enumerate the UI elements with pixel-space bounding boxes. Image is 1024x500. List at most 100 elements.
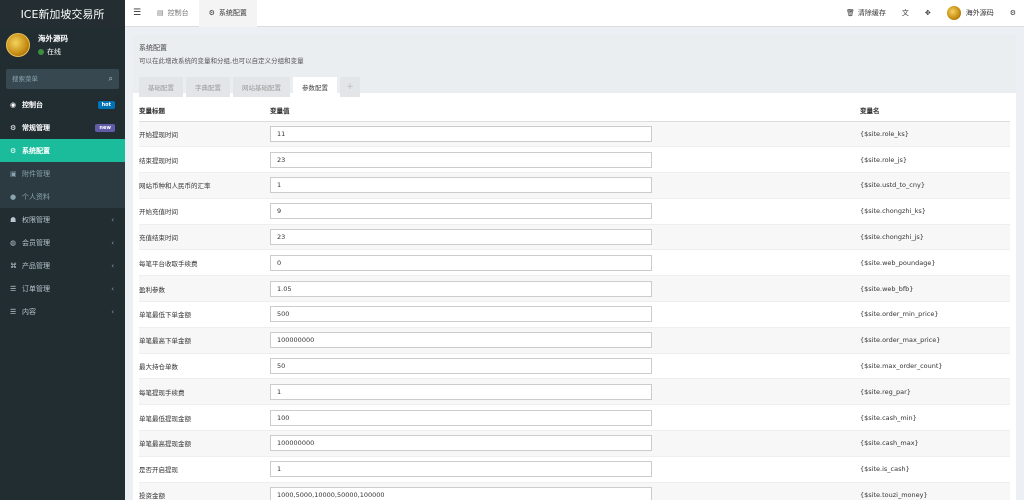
tab-system-config[interactable]: ⚙ 系统配置 [198,0,257,27]
variable-name: {$site.ustd_to_cny} [860,172,1010,199]
sidebar-item-permissions[interactable]: ☗ 权限管理 ‹ [0,208,125,231]
variable-value-cell [270,121,860,148]
add-tab-button[interactable]: + [340,77,360,97]
user-menu[interactable]: 海外源码 [939,6,1002,20]
variable-name: {$site.web_bfb} [860,275,1010,303]
top-navbar: ☰ ▤ 控制台 ⚙ 系统配置 🗑 清除缓存 文 ✥ 海外源码 ⚙ [125,0,1024,27]
tab-basic-config[interactable]: 基础配置 [139,77,183,97]
variable-name: {$site.touzi_money} [860,482,1010,500]
variable-value-cell [270,224,860,251]
sidebar-item-orders[interactable]: ☰ 订单管理 ‹ [0,277,125,300]
main-content: 系统配置 可以在此增改系统的变量和分组,也可以自定义分组和变量 基础配置 字典配… [125,27,1024,500]
sidebar-item-content[interactable]: ☰ 内容 ‹ [0,300,125,323]
table-row: 是否开启提现 {$site.is_cash} [139,456,1010,483]
variable-value-input[interactable] [270,435,652,452]
sidebar-item-general[interactable]: ⚙ 常规管理 new [0,116,125,139]
sidebar-item-label: 会员管理 [22,238,50,247]
tab-dashboard[interactable]: ▤ 控制台 [147,0,199,27]
sidebar-item-attachments[interactable]: ▣ 附件管理 [0,162,125,185]
column-header-value: 变量值 [270,99,860,122]
fullscreen-button[interactable]: ✥ [917,9,939,17]
tab-dictionary-config[interactable]: 字典配置 [186,77,230,97]
panel-description: 可以在此增改系统的变量和分组,也可以自定义分组和变量 [139,57,304,65]
sidebar-item-label: 系统配置 [22,146,50,155]
settings-button[interactable]: ⚙ [1002,9,1024,17]
variable-name: {$site.cash_max} [860,430,1010,457]
variable-value-input[interactable] [270,203,652,220]
sidebar-menu: ◉ 控制台 hot ⚙ 常规管理 new ⚙ 系统配置 ▣ 附件管理 ● 个人资… [0,93,125,323]
variable-title: 每笔平台收取手续费 [139,249,270,277]
variable-title: 最大持仓单数 [139,353,270,380]
search-icon[interactable]: ⌕ [109,74,113,84]
avatar [946,6,961,20]
variable-title: 网站币种和人民币的汇率 [139,172,270,199]
variable-name: {$site.reg_par} [860,378,1010,406]
menu-search-input[interactable] [12,75,92,83]
sidebar-item-members[interactable]: ◍ 会员管理 ‹ [0,231,125,254]
sidebar: ICE新加坡交易所 海外源码 在线 ⌕ ◉ 控制台 hot ⚙ 常规管理 new… [0,0,125,500]
top-username: 海外源码 [965,9,994,17]
sidebar-item-label: 权限管理 [22,215,50,224]
gear-icon: ⚙ [10,123,17,132]
variable-value-input[interactable] [270,254,652,271]
variable-title: 单笔最高提现金额 [139,430,270,457]
variable-value-cell [270,353,860,380]
translate-button[interactable]: 文 [894,8,917,18]
variable-value-input[interactable] [270,280,652,297]
variable-value-input[interactable] [270,306,652,323]
menu-toggle-icon[interactable]: ☰ [127,8,147,18]
variable-value-input[interactable] [270,487,652,500]
table-row: 结束提现时间 {$site.role_js} [139,146,1010,174]
sidebar-item-system-config[interactable]: ⚙ 系统配置 [0,139,125,162]
config-panel: 系统配置 可以在此增改系统的变量和分组,也可以自定义分组和变量 基础配置 字典配… [133,35,1016,500]
variable-title: 单笔最低下单金额 [139,301,270,328]
app-logo[interactable]: ICE新加坡交易所 [0,0,125,27]
config-table: 变量标题 变量值 变量名 开始提现时间{$site.role_ks}结束提现时间… [139,99,1010,500]
clear-cache-button[interactable]: 🗑 清除缓存 [838,8,894,18]
variable-title: 开始提现时间 [139,121,270,148]
table-row: 单笔最高提现金额 {$site.cash_max} [139,430,1010,457]
variable-value-cell [270,275,860,303]
sidebar-search: ⌕ [6,69,119,89]
sidebar-item-label: 订单管理 [22,284,50,293]
tab-site-basic-config[interactable]: 网站基础配置 [233,77,290,97]
user-panel: 海外源码 在线 [0,27,125,63]
chevron-left-icon: ‹ [111,261,114,270]
sidebar-item-profile[interactable]: ● 个人资料 [0,185,125,208]
variable-value-input[interactable] [270,125,652,142]
variable-value-input[interactable] [270,409,652,426]
variable-value-input[interactable] [270,358,652,375]
variable-name: {$site.role_js} [860,146,1010,174]
variable-value-input[interactable] [270,461,652,478]
list-icon: ☰ [10,307,17,316]
variable-title: 结束提现时间 [139,146,270,174]
sidebar-item-products[interactable]: ⌘ 产品管理 ‹ [0,254,125,277]
table-row: 投资金额 {$site.touzi_money} [139,482,1010,500]
variable-name: {$site.order_min_price} [860,301,1010,328]
variable-value-input[interactable] [270,151,652,168]
variable-value-input[interactable] [270,229,652,246]
user-circle-icon: ◍ [10,238,17,247]
user-icon: ● [10,192,17,201]
new-badge: new [95,123,115,132]
variable-value-input[interactable] [270,177,652,194]
variable-value-input[interactable] [270,383,652,400]
variable-name: {$site.chongzhi_ks} [860,198,1010,225]
group-icon: ☗ [10,215,17,224]
list-icon: ☰ [10,284,17,293]
sidebar-item-label: 附件管理 [22,169,50,178]
chevron-left-icon: ‹ [111,238,114,247]
table-row: 最大持仓单数 {$site.max_order_count} [139,353,1010,380]
variable-title: 单笔最低提现金额 [139,404,270,432]
translate-icon: 文 [901,9,909,17]
online-dot-icon [38,49,44,55]
variable-name: {$site.web_poundage} [860,249,1010,277]
variable-value-input[interactable] [270,332,652,349]
variable-value-cell [270,404,860,432]
table-row: 单笔最高下单金额 {$site.order_max_price} [139,327,1010,354]
variable-name: {$site.role_ks} [860,121,1010,148]
config-tabs: 基础配置 字典配置 网站基础配置 参数配置 + [139,77,1010,97]
tab-parameter-config[interactable]: 参数配置 [293,77,337,97]
user-name: 海外源码 [38,34,68,43]
sidebar-item-dashboard[interactable]: ◉ 控制台 hot [0,93,125,116]
